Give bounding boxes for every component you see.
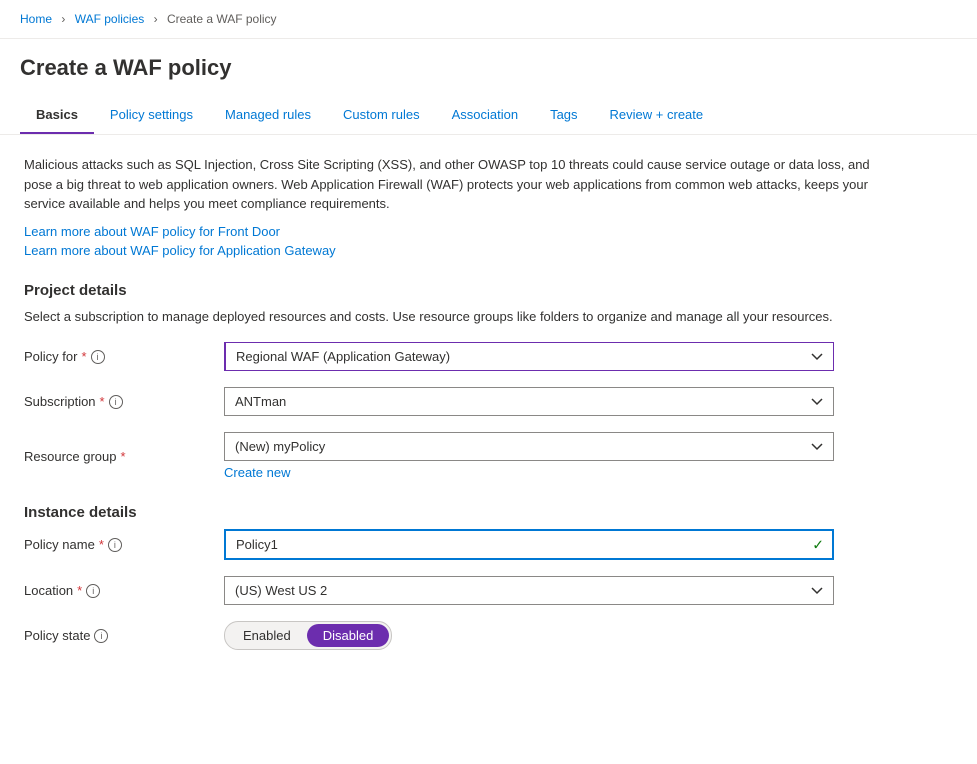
tabs-container: Basics Policy settings Managed rules Cus… xyxy=(0,97,977,135)
page-title: Create a WAF policy xyxy=(20,55,957,81)
tab-managed-rules[interactable]: Managed rules xyxy=(209,97,327,134)
policy-for-info-icon[interactable]: i xyxy=(91,350,105,364)
policy-state-row: Policy state i Enabled Disabled xyxy=(24,621,936,650)
policy-for-required: * xyxy=(81,349,86,364)
policy-name-required: * xyxy=(99,537,104,552)
subscription-select[interactable]: ANTman xyxy=(224,387,834,416)
project-details-desc: Select a subscription to manage deployed… xyxy=(24,307,894,327)
policy-state-label: Policy state i xyxy=(24,628,224,643)
policy-state-info-icon[interactable]: i xyxy=(94,629,108,643)
resource-group-control: (New) myPolicy Create new xyxy=(224,432,834,480)
breadcrumb-sep-1: › xyxy=(61,12,65,26)
policy-name-info-icon[interactable]: i xyxy=(108,538,122,552)
subscription-label: Subscription * i xyxy=(24,394,224,409)
subscription-info-icon[interactable]: i xyxy=(109,395,123,409)
location-select[interactable]: (US) West US 2 xyxy=(224,576,834,605)
location-control: (US) West US 2 xyxy=(224,576,834,605)
tab-association[interactable]: Association xyxy=(436,97,534,134)
policy-name-input[interactable] xyxy=(224,529,834,560)
breadcrumb-home[interactable]: Home xyxy=(20,12,52,26)
policy-name-check-icon: ✓ xyxy=(812,536,824,553)
project-details-title: Project details xyxy=(24,282,936,299)
toggle-enabled[interactable]: Enabled xyxy=(227,624,307,647)
toggle-disabled[interactable]: Disabled xyxy=(307,624,390,647)
breadcrumb-sep-2: › xyxy=(154,12,158,26)
subscription-required: * xyxy=(100,394,105,409)
policy-state-control: Enabled Disabled xyxy=(224,621,834,650)
location-required: * xyxy=(77,583,82,598)
page-header: Create a WAF policy xyxy=(0,39,977,81)
link-app-gateway[interactable]: Learn more about WAF policy for Applicat… xyxy=(24,243,936,258)
create-new-link[interactable]: Create new xyxy=(224,465,834,480)
policy-name-label: Policy name * i xyxy=(24,537,224,552)
tab-basics[interactable]: Basics xyxy=(20,97,94,134)
intro-description: Malicious attacks such as SQL Injection,… xyxy=(24,155,894,214)
tab-custom-rules[interactable]: Custom rules xyxy=(327,97,436,134)
main-content: Malicious attacks such as SQL Injection,… xyxy=(0,135,960,686)
resource-group-required: * xyxy=(121,449,126,464)
tab-tags[interactable]: Tags xyxy=(534,97,593,134)
breadcrumb-waf-policies[interactable]: WAF policies xyxy=(75,12,145,26)
location-row: Location * i (US) West US 2 xyxy=(24,576,936,605)
policy-for-select[interactable]: Regional WAF (Application Gateway) xyxy=(224,342,834,371)
breadcrumb: Home › WAF policies › Create a WAF polic… xyxy=(0,0,977,39)
tab-review-create[interactable]: Review + create xyxy=(594,97,720,134)
policy-for-control: Regional WAF (Application Gateway) xyxy=(224,342,834,371)
resource-group-label: Resource group * xyxy=(24,449,224,464)
subscription-control: ANTman xyxy=(224,387,834,416)
resource-group-select[interactable]: (New) myPolicy xyxy=(224,432,834,461)
resource-group-dropdown: (New) myPolicy xyxy=(224,432,834,461)
policy-name-row: Policy name * i ✓ xyxy=(24,529,936,560)
location-info-icon[interactable]: i xyxy=(86,584,100,598)
policy-name-control: ✓ xyxy=(224,529,834,560)
policy-for-row: Policy for * i Regional WAF (Application… xyxy=(24,342,936,371)
subscription-row: Subscription * i ANTman xyxy=(24,387,936,416)
resource-group-row: Resource group * (New) myPolicy Create n… xyxy=(24,432,936,480)
breadcrumb-current: Create a WAF policy xyxy=(167,12,277,26)
tab-policy-settings[interactable]: Policy settings xyxy=(94,97,209,134)
link-front-door[interactable]: Learn more about WAF policy for Front Do… xyxy=(24,224,936,239)
instance-details-title: Instance details xyxy=(24,504,936,521)
location-label: Location * i xyxy=(24,583,224,598)
policy-for-label: Policy for * i xyxy=(24,349,224,364)
policy-state-toggle: Enabled Disabled xyxy=(224,621,392,650)
